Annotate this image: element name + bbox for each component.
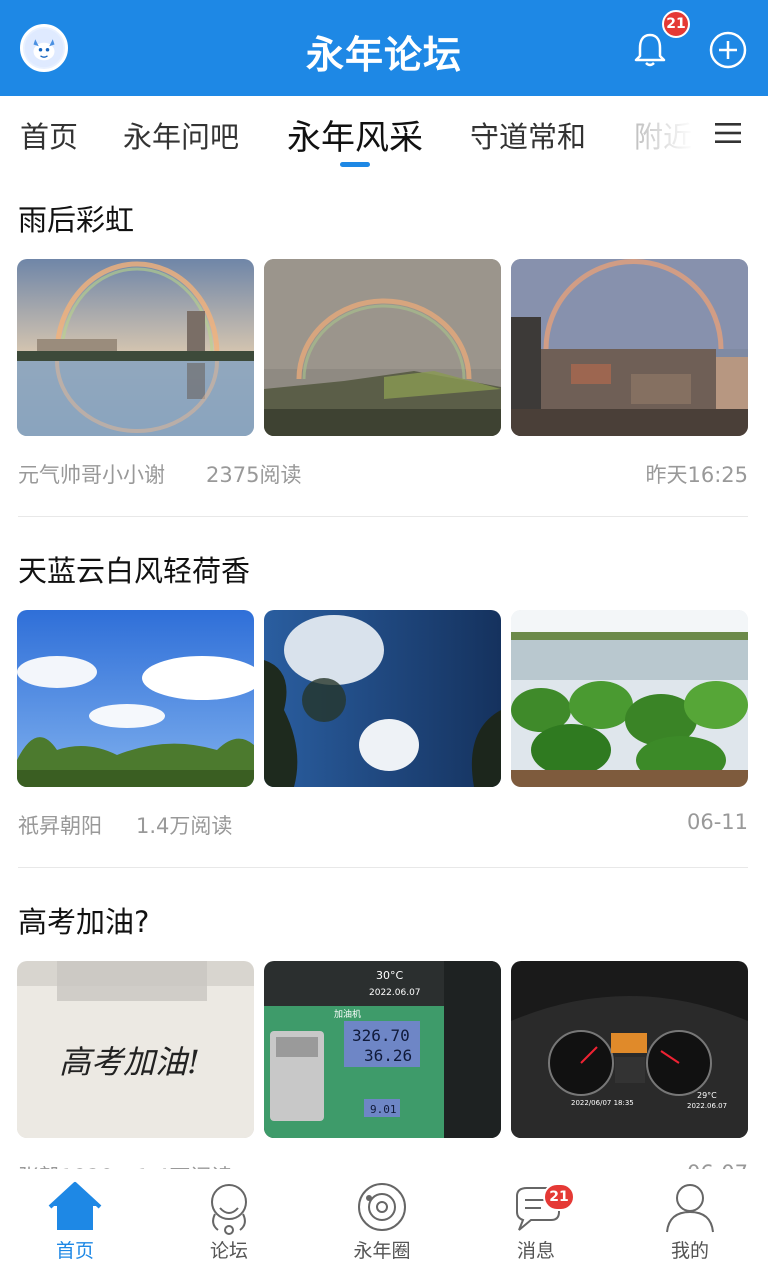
- app-header: 永年论坛: [0, 0, 768, 96]
- notification-badge: 21: [662, 10, 690, 38]
- forum-icon: [211, 1184, 247, 1235]
- price-display: 9.01: [370, 1103, 397, 1116]
- nav-label: 论坛: [209, 1240, 248, 1262]
- bottom-nav: 首页 论坛 永年圈 消息 我的: [0, 1170, 768, 1280]
- tab-home[interactable]: 首页: [20, 114, 78, 156]
- divider: [18, 516, 748, 517]
- tab-wenba[interactable]: 永年问吧: [123, 114, 239, 156]
- nav-home[interactable]: 首页: [15, 1178, 135, 1263]
- active-tab-indicator: [340, 162, 370, 167]
- date-label: 2022.06.07: [687, 1102, 727, 1110]
- nav-circle[interactable]: 永年圈: [322, 1178, 442, 1263]
- profile-icon: [666, 1184, 714, 1233]
- volume-display: 36.26: [364, 1046, 412, 1065]
- date-label: 2022.06.07: [369, 988, 421, 998]
- tab-shoudao[interactable]: 守道常和: [470, 114, 586, 156]
- divider: [18, 867, 748, 868]
- post-time: 06-11: [686, 810, 748, 834]
- temp-label: 29°C: [697, 1091, 717, 1100]
- post-reads: 1.4万阅读: [136, 1161, 232, 1169]
- post-image[interactable]: [17, 259, 254, 436]
- post-image[interactable]: 2022/06/07 18:35 29°C 2022.06.07: [511, 961, 748, 1138]
- post-card[interactable]: 高考加油? 高考加油! 30°C 2022.06.07 加油机 326.70 3…: [0, 899, 768, 1169]
- post-image[interactable]: [511, 610, 748, 787]
- home-icon: [48, 1182, 102, 1230]
- nav-forum[interactable]: 论坛: [169, 1178, 289, 1263]
- tab-fengcai[interactable]: 永年风采: [287, 110, 423, 159]
- post-author[interactable]: 张毅1920: [18, 1161, 113, 1169]
- post-author[interactable]: 元气帅哥小小谢: [18, 459, 165, 489]
- post-image[interactable]: [17, 610, 254, 787]
- nav-profile[interactable]: 我的: [630, 1178, 750, 1263]
- circle-icon: [358, 1183, 406, 1231]
- post-card[interactable]: 雨后彩虹 元气帅哥小小谢 2375阅读 昨天16:25: [0, 197, 768, 517]
- menu-icon[interactable]: [713, 118, 743, 148]
- tab-fade: [630, 96, 710, 172]
- post-reads: 2375阅读: [206, 463, 302, 487]
- post-time: 06-07: [687, 1161, 748, 1169]
- temp-label: 30°C: [376, 969, 403, 982]
- post-image[interactable]: 30°C 2022.06.07 加油机 326.70 36.26 9.01: [264, 961, 501, 1138]
- post-time: 昨天16:25: [645, 463, 748, 487]
- post-title[interactable]: 天蓝云白风轻荷香: [18, 548, 250, 590]
- post-reads: 1.4万阅读: [136, 814, 233, 838]
- pump-label: 加油机: [334, 1008, 361, 1020]
- post-image[interactable]: [264, 610, 501, 787]
- nav-label: 消息: [516, 1240, 555, 1262]
- datetime-label: 2022/06/07 18:35: [571, 1099, 634, 1107]
- post-title[interactable]: 高考加油?: [18, 899, 149, 941]
- message-badge: 21: [543, 1183, 575, 1211]
- add-post-icon[interactable]: [708, 30, 748, 70]
- post-title[interactable]: 雨后彩虹: [18, 197, 134, 239]
- post-card[interactable]: 天蓝云白风轻荷香 祇昇朝阳 1.4万阅读 06-11: [0, 548, 768, 868]
- post-author[interactable]: 祇昇朝阳: [18, 810, 102, 840]
- amount-display: 326.70: [352, 1026, 410, 1045]
- handwritten-text: 高考加油!: [59, 1043, 200, 1081]
- nav-label: 首页: [55, 1240, 94, 1262]
- nav-messages[interactable]: 消息: [476, 1178, 596, 1263]
- nav-label: 我的: [670, 1240, 709, 1262]
- post-image[interactable]: [264, 259, 501, 436]
- post-image[interactable]: [511, 259, 748, 436]
- bell-icon[interactable]: [630, 30, 670, 70]
- post-image[interactable]: 高考加油!: [17, 961, 254, 1138]
- category-tabs: 首页 永年问吧 永年风采 守道常和 附近: [0, 96, 768, 172]
- nav-label: 永年圈: [353, 1240, 411, 1262]
